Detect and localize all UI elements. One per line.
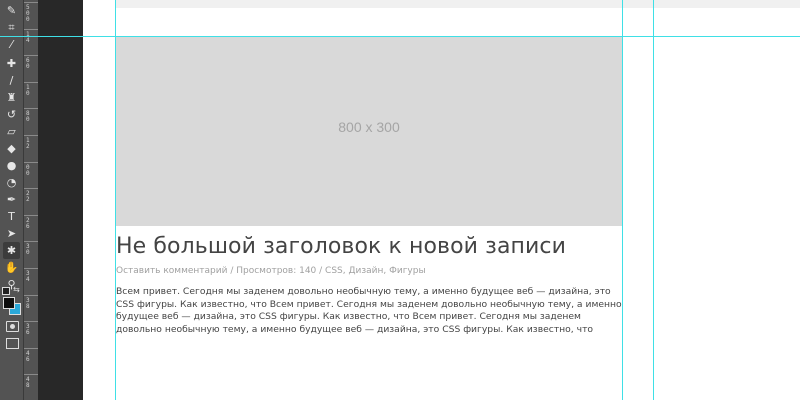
ruler-tick-line [24,268,38,269]
ruler-tick-line [24,81,38,83]
post-body: Всем привет. Сегодня мы заденем довольно… [116,286,622,335]
brush-small-icon[interactable]: ✎ [3,2,20,19]
ruler-tick-label: 3 4 [26,270,30,283]
ruler-tick-label: 1 0 [26,83,30,97]
ruler-tick-label: 1 4 [26,30,30,44]
ruler-tick-line [24,374,38,376]
ruler-tick-line [24,161,38,163]
guide-vertical-far-right[interactable] [653,0,654,400]
guide-vertical-left[interactable] [115,0,116,400]
ruler-tick-line [24,321,38,323]
ruler-tick-line [24,241,38,243]
ruler-tick-label: 0 0 [26,163,30,177]
ruler-tick-line [24,108,38,110]
brush-icon[interactable]: / [3,72,20,89]
ruler-tick-label: 8 0 [26,110,30,124]
ruler-tick-label: 1 2 [26,137,30,150]
ruler-tick-line [24,135,38,136]
ruler-tick-label: 5 0 0 [26,4,30,23]
dodge-icon[interactable]: ◔ [3,174,20,191]
ruler-tick-label: 3 8 [26,296,30,310]
ruler-tick-label: 2 6 [26,216,30,230]
image-placeholder: 800 x 300 [116,37,622,226]
ruler-tick-line [24,188,38,190]
pasteboard [38,0,83,400]
ruler-tick-label: 6 0 [26,57,30,71]
ruler-tick-line [24,214,38,216]
placeholder-label: 800 x 300 [338,119,400,135]
quick-mask-icon[interactable] [6,321,19,332]
history-brush-icon[interactable]: ↺ [3,106,20,123]
ruler-tick-line [24,55,38,57]
ruler-tick-label: 3 0 [26,243,30,257]
clone-stamp-icon[interactable]: ♜ [3,89,20,106]
type-icon[interactable]: T [3,208,20,225]
post-title: Не большой заголовок к новой записи [116,234,567,259]
path-selection-icon[interactable]: ➤ [3,225,20,242]
ruler-tick-label: 2 2 [26,190,30,204]
post-meta: Оставить комментарий / Просмотров: 140 /… [116,266,426,276]
guide-vertical-right[interactable] [622,0,623,400]
vertical-ruler[interactable]: 5 0 0 1 4 6 0 1 0 8 0 1 2 0 0 2 2 2 6 3 0 3 4 3 8 3 … [23,0,38,400]
ruler-tick-label: 4 6 [26,349,30,363]
guide-horizontal-top[interactable] [0,36,800,37]
blur-icon[interactable]: ● [3,157,20,174]
ruler-tick-line [24,294,38,296]
tools-panel: ✎ ⌗ ⁄ ✚ / ♜ ↺ ▱ ◆ ● ◔ ✒ T ➤ ✱ ✋ ⚲ ⇆ [0,0,23,400]
healing-brush-icon[interactable]: ✚ [3,55,20,72]
ruler-tick-label: 3 6 [26,323,30,337]
ruler-tick-line [24,2,38,3]
swap-colors-icon[interactable]: ⇆ [13,285,20,294]
paint-bucket-icon[interactable]: ◆ [3,140,20,157]
pen-icon[interactable]: ✒ [3,191,20,208]
ruler-tick-label: 4 8 [26,376,30,390]
foreground-color-swatch[interactable] [3,297,15,309]
ruler-tick-line [24,347,38,349]
top-header-strip [115,0,800,8]
ruler-tick-line [24,28,38,30]
eyedropper-icon[interactable]: ⁄ [3,36,20,53]
hand-icon[interactable]: ✋ [3,259,20,276]
screen-mode-icon[interactable] [6,338,19,349]
eraser-icon[interactable]: ▱ [3,123,20,140]
custom-shape-icon[interactable]: ✱ [3,242,20,259]
crop-icon[interactable]: ⌗ [3,19,20,36]
default-colors-icon[interactable] [2,287,10,295]
